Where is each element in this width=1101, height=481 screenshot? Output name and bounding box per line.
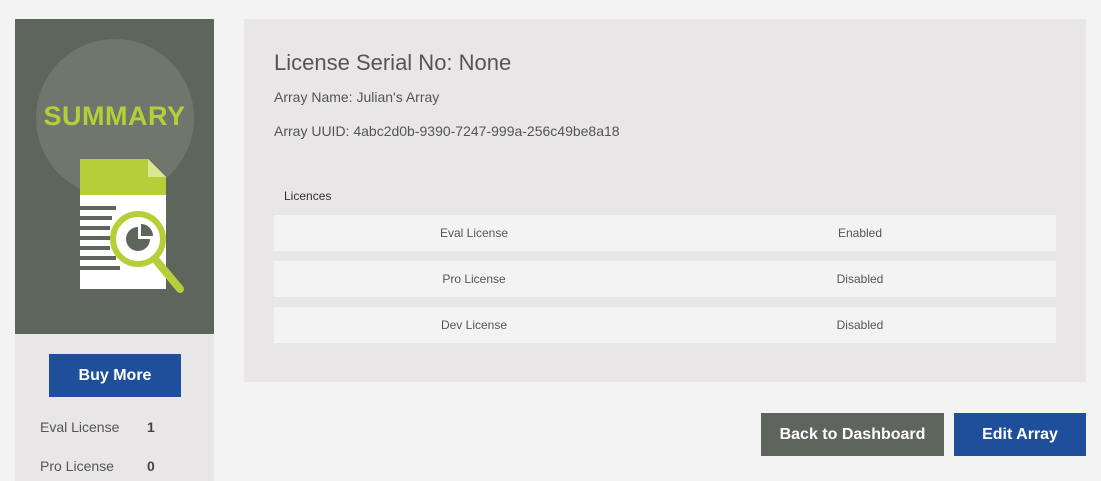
licence-status: Disabled	[836, 318, 884, 332]
licence-row: Pro License Disabled	[274, 261, 1056, 297]
licence-name: Pro License	[442, 272, 506, 286]
licence-status: Enabled	[837, 226, 883, 240]
array-uuid: Array UUID: 4abc2d0b-9390-7247-999a-256c…	[274, 123, 620, 139]
sidebar: SUMMARY Buy More Eval License 1 Pro Lice…	[15, 19, 214, 481]
licence-name: Eval License	[439, 226, 509, 240]
count-label: Eval License	[40, 419, 120, 435]
array-name: Array Name: Julian's Array	[274, 89, 440, 105]
count-label: Pro License	[40, 458, 114, 474]
array-summary-panel: License Serial No: None Array Name: Juli…	[244, 19, 1086, 382]
document-magnifier-icon	[80, 159, 184, 293]
back-to-dashboard-button[interactable]: Back to Dashboard	[761, 413, 944, 456]
summary-panel: SUMMARY	[15, 19, 214, 334]
licence-status: Disabled	[836, 272, 884, 286]
buy-more-button[interactable]: Buy More	[49, 354, 181, 397]
edit-array-button[interactable]: Edit Array	[954, 413, 1086, 456]
count-value: 0	[147, 458, 155, 474]
licence-row: Eval License Enabled	[274, 215, 1056, 251]
licences-heading: Licences	[284, 189, 332, 203]
license-serial: License Serial No: None	[274, 50, 512, 75]
pro-license-count: Pro License 0	[40, 458, 190, 474]
licence-row: Dev License Disabled	[274, 307, 1056, 343]
count-value: 1	[147, 419, 155, 435]
licence-name: Dev License	[440, 318, 508, 332]
summary-title: SUMMARY	[43, 101, 186, 131]
eval-license-count: Eval License 1	[40, 419, 190, 435]
